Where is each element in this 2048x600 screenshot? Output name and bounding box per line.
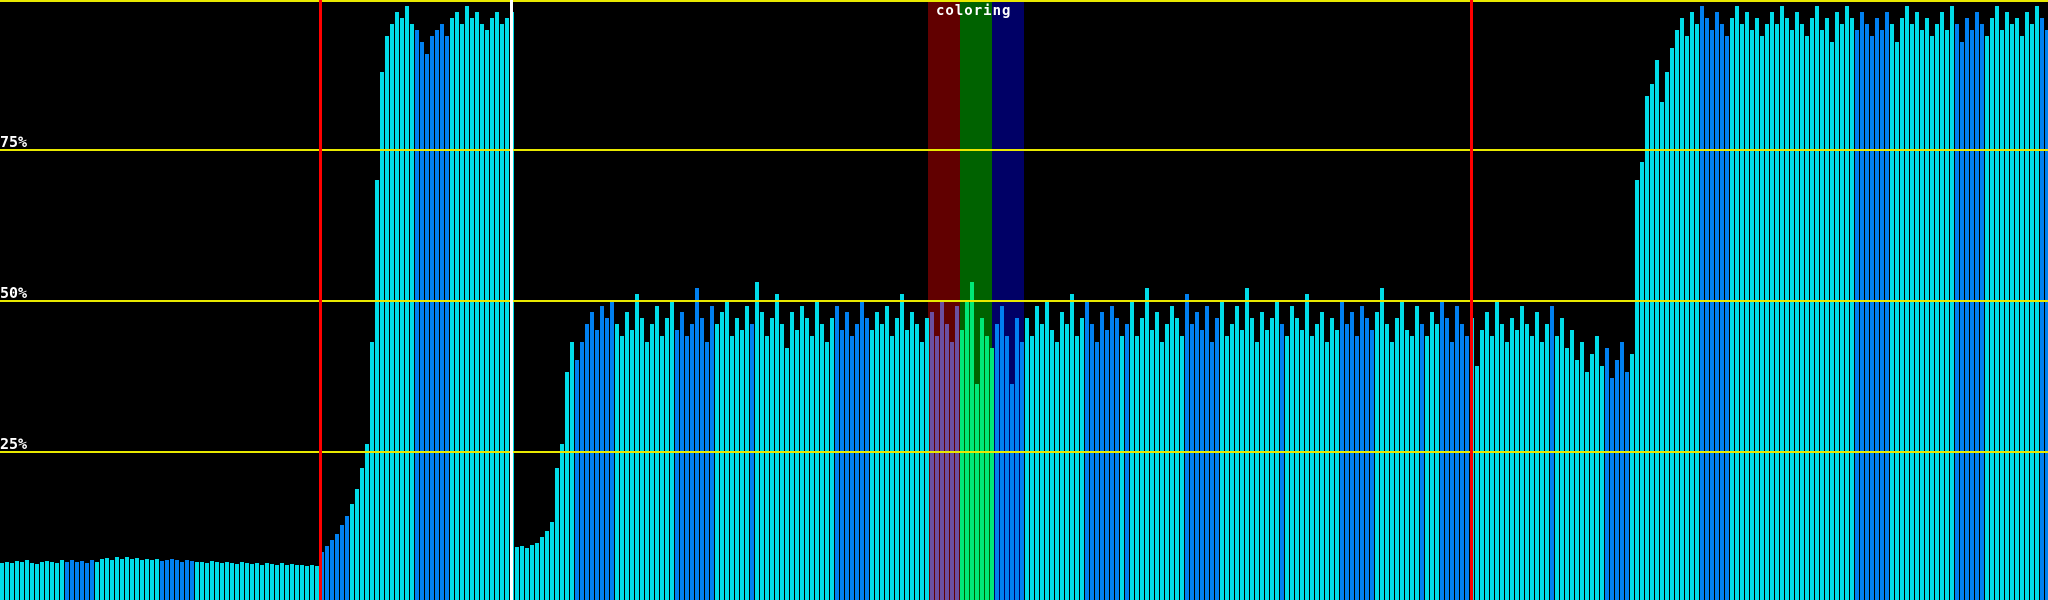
y-axis-label-50: 50% bbox=[0, 284, 28, 302]
y-axis-label-75: 75% bbox=[0, 133, 28, 151]
frame-profile-chart: 75% 50% 25% coloring bbox=[0, 0, 2048, 600]
coloring-label: coloring bbox=[936, 3, 1012, 19]
labels-layer: 75% 50% 25% coloring bbox=[0, 0, 2048, 600]
y-axis-label-25: 25% bbox=[0, 435, 28, 453]
